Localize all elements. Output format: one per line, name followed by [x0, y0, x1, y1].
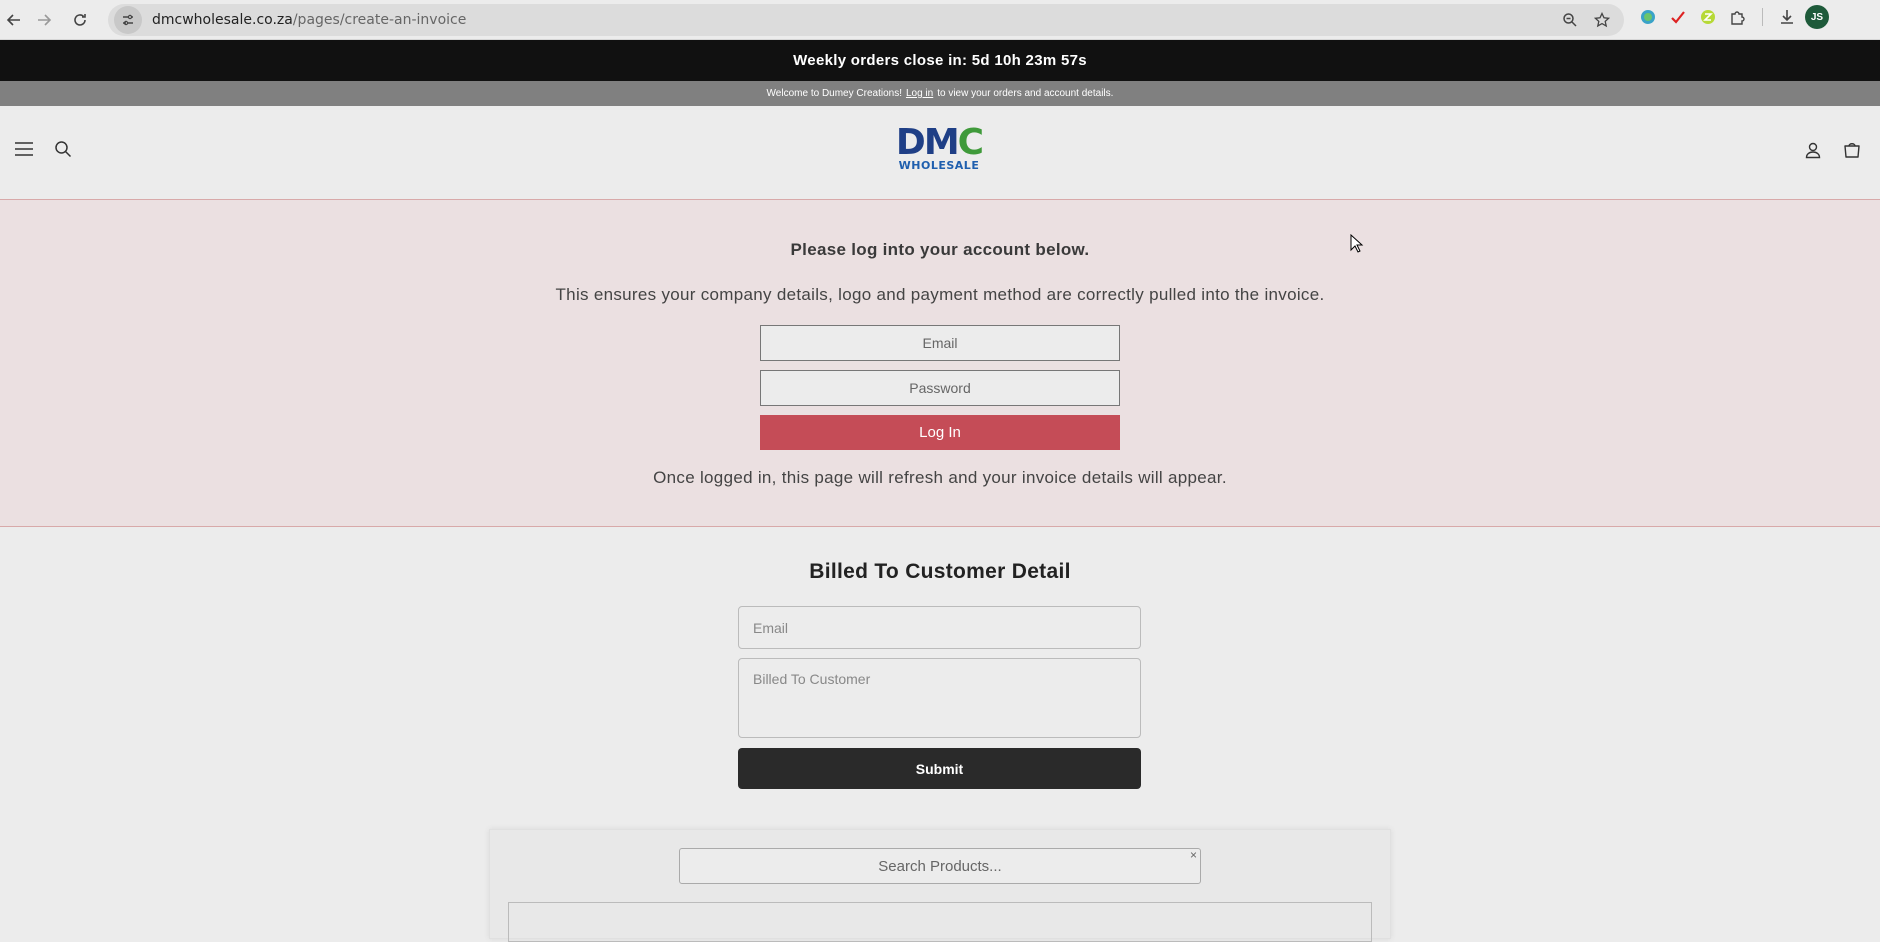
welcome-bar: Welcome to Dumey Creations! Log in to vi…: [0, 81, 1880, 106]
extension-z-icon[interactable]: [1696, 5, 1720, 29]
billed-email-input[interactable]: [738, 606, 1141, 649]
products-panel: ×: [489, 829, 1391, 942]
mouse-cursor-icon: [1350, 233, 1364, 259]
billed-customer-input[interactable]: [738, 658, 1141, 738]
extension-globe-icon[interactable]: [1636, 5, 1660, 29]
site-logo[interactable]: DMC WHOLESALE: [894, 125, 984, 176]
search-icon[interactable]: [54, 140, 72, 163]
welcome-login-link[interactable]: Log in: [906, 88, 933, 99]
welcome-prefix: Welcome to Dumey Creations!: [766, 88, 902, 99]
url-path: /pages/create-an-invoice: [292, 12, 467, 28]
login-button[interactable]: Log In: [760, 415, 1120, 450]
logo-subtext: WHOLESALE: [898, 159, 980, 172]
reload-icon[interactable]: [66, 6, 94, 34]
site-header: DMC WHOLESALE: [0, 106, 1880, 200]
logo-wordmark: DMC: [894, 125, 984, 161]
product-search-input[interactable]: [679, 848, 1201, 884]
login-note: Once logged in, this page will refresh a…: [653, 468, 1227, 487]
login-password-input[interactable]: [760, 370, 1120, 406]
zoom-icon[interactable]: [1558, 8, 1582, 32]
billed-section-title: Billed To Customer Detail: [809, 560, 1071, 583]
countdown-text: Weekly orders close in: 5d 10h 23m 57s: [793, 52, 1087, 69]
clear-search-button[interactable]: ×: [1190, 848, 1197, 862]
login-title: Please log into your account below.: [790, 240, 1090, 259]
logo-main-text: DMC: [895, 122, 984, 163]
profile-avatar[interactable]: JS: [1805, 5, 1829, 29]
account-icon[interactable]: [1804, 141, 1822, 164]
toolbar-divider: [1762, 8, 1763, 26]
back-icon[interactable]: [0, 6, 28, 34]
login-description: This ensures your company details, logo …: [555, 285, 1325, 304]
extensions-puzzle-icon[interactable]: [1726, 5, 1750, 29]
url-domain: dmcwholesale.co.za: [152, 12, 293, 28]
cart-icon[interactable]: [1842, 140, 1862, 165]
download-icon[interactable]: [1775, 5, 1799, 29]
menu-icon[interactable]: [14, 140, 34, 163]
site-info-icon[interactable]: [114, 6, 142, 34]
address-bar[interactable]: dmcwholesale.co.za/pages/create-an-invoi…: [108, 4, 1624, 36]
bookmark-star-icon[interactable]: [1590, 8, 1614, 32]
welcome-suffix: to view your orders and account details.: [937, 88, 1114, 99]
login-email-input[interactable]: [760, 325, 1120, 361]
login-section: Please log into your account below. This…: [0, 200, 1880, 527]
submit-button[interactable]: Submit: [738, 748, 1141, 789]
extension-check-icon[interactable]: [1666, 5, 1690, 29]
forward-icon[interactable]: [30, 6, 58, 34]
announcement-bar: Weekly orders close in: 5d 10h 23m 57s: [0, 40, 1880, 81]
products-table: [508, 902, 1372, 942]
browser-toolbar: dmcwholesale.co.za/pages/create-an-invoi…: [0, 0, 1880, 40]
url-text: dmcwholesale.co.za/pages/create-an-invoi…: [152, 12, 466, 28]
